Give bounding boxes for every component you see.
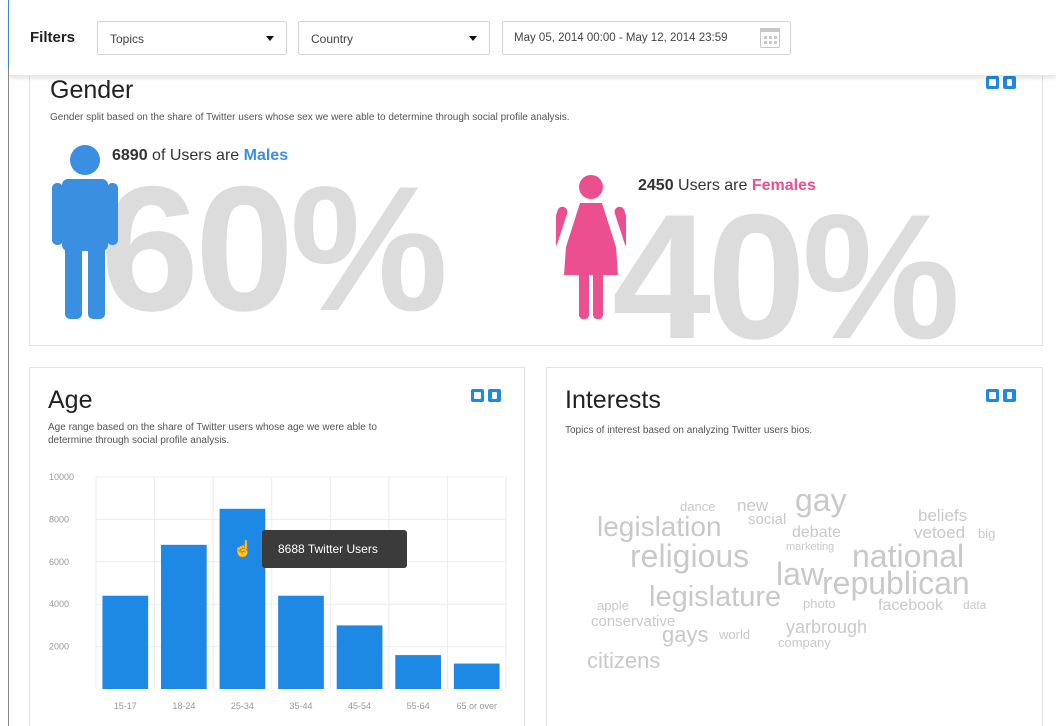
topics-select-value: Topics xyxy=(110,32,145,46)
x-tick-label: 45-54 xyxy=(348,701,371,711)
male-count: 6890 xyxy=(112,147,148,164)
word-gay[interactable]: gay xyxy=(795,484,847,516)
interests-title: Interests xyxy=(565,386,661,414)
y-tick-label: 4000 xyxy=(49,599,69,609)
male-figure-icon xyxy=(52,145,118,319)
bar-65 or over xyxy=(453,663,500,689)
chevron-down-icon xyxy=(266,36,274,41)
export-doc-icon[interactable] xyxy=(488,389,501,402)
male-percent: 60% xyxy=(100,149,448,348)
export-image-icon[interactable] xyxy=(986,389,999,402)
export-image-icon[interactable] xyxy=(986,76,999,89)
chevron-down-icon xyxy=(469,36,477,41)
female-figure-icon xyxy=(556,175,626,319)
female-percent: 40% xyxy=(612,177,960,376)
gender-title: Gender xyxy=(50,76,134,104)
female-stat: 2450 Users are Females xyxy=(638,177,816,195)
gender-tools xyxy=(986,76,1016,89)
country-select[interactable]: Country xyxy=(298,21,490,55)
age-title: Age xyxy=(48,386,93,414)
calendar-icon[interactable] xyxy=(760,28,780,48)
female-label: Females xyxy=(751,177,816,194)
word-legislature[interactable]: legislature xyxy=(649,583,781,612)
word-data[interactable]: data xyxy=(963,599,986,611)
word-company[interactable]: company xyxy=(778,636,831,649)
female-stat-text: Users are xyxy=(673,177,752,194)
word-religious[interactable]: religious xyxy=(630,540,749,572)
export-doc-icon[interactable] xyxy=(1003,76,1016,89)
y-tick-label: 10000 xyxy=(49,472,74,482)
word-big[interactable]: big xyxy=(978,527,995,540)
filter-bar: Filters Topics Country May 05, 2014 00:0… xyxy=(9,0,1056,76)
bar-15-17 xyxy=(102,595,149,689)
interests-description: Topics of interest based on analyzing Tw… xyxy=(565,425,813,436)
y-tick-label: 6000 xyxy=(49,557,69,567)
word-facebook[interactable]: facebook xyxy=(878,598,943,614)
age-bar-chart: 10000 8000 6000 4000 2000 15-17 18-24 25-34 35-4… xyxy=(49,472,507,711)
word-yarbrough[interactable]: yarbrough xyxy=(786,618,867,636)
bar-45-54 xyxy=(336,625,383,689)
word-social[interactable]: social xyxy=(748,512,786,527)
word-legislation[interactable]: legislation xyxy=(597,513,722,541)
x-tick-label: 18-24 xyxy=(172,701,195,711)
age-tools xyxy=(471,389,501,402)
gender-description: Gender split based on the share of Twitt… xyxy=(50,112,570,123)
x-tick-label: 15-17 xyxy=(114,701,137,711)
word-citizens[interactable]: citizens xyxy=(587,650,660,672)
word-photo[interactable]: photo xyxy=(803,597,836,610)
country-select-value: Country xyxy=(311,32,354,46)
x-tick-label: 55-64 xyxy=(407,701,430,711)
male-label: Males xyxy=(243,147,289,164)
y-tick-label: 8000 xyxy=(49,514,69,524)
word-apple[interactable]: apple xyxy=(597,599,629,612)
chart-tooltip: 8688 Twitter Users xyxy=(262,530,407,568)
word-law[interactable]: law xyxy=(776,558,824,590)
word-debate[interactable]: debate xyxy=(792,525,841,541)
x-tick-label: 35-44 xyxy=(289,701,312,711)
word-gays[interactable]: gays xyxy=(662,624,708,646)
word-marketing[interactable]: marketing xyxy=(786,542,834,553)
age-description-line2: determine through social profile analysi… xyxy=(48,435,230,446)
left-border xyxy=(8,0,9,726)
filters-label: Filters xyxy=(30,29,76,46)
tooltip-text: 8688 Twitter Users xyxy=(278,542,378,556)
interests-tools xyxy=(986,389,1016,402)
bar-25-34 xyxy=(219,508,266,689)
bar-18-24 xyxy=(161,544,207,689)
date-range-input[interactable]: May 05, 2014 00:00 - May 12, 2014 23:59 xyxy=(502,21,791,55)
hand-cursor-icon: ☝ xyxy=(233,541,253,558)
x-tick-label: 65 or over xyxy=(456,701,497,711)
bar-35-44 xyxy=(278,595,324,689)
bar-55-64 xyxy=(395,655,441,689)
topics-select[interactable]: Topics xyxy=(97,21,287,55)
dashboard: Filters Topics Country May 05, 2014 00:0… xyxy=(0,0,1056,726)
export-doc-icon[interactable] xyxy=(1003,389,1016,402)
word-world[interactable]: world xyxy=(719,628,750,641)
y-tick-label: 2000 xyxy=(49,642,69,652)
male-stat: 6890 of Users are Males xyxy=(112,147,288,165)
age-description-line1: Age range based on the share of Twitter … xyxy=(48,422,377,433)
male-stat-text: of Users are xyxy=(147,147,244,164)
x-tick-label: 25-34 xyxy=(231,701,254,711)
date-range-value: May 05, 2014 00:00 - May 12, 2014 23:59 xyxy=(514,32,728,44)
female-count: 2450 xyxy=(638,177,674,194)
word-beliefs[interactable]: beliefs xyxy=(918,507,967,524)
export-image-icon[interactable] xyxy=(471,389,484,402)
word-republican[interactable]: republican xyxy=(822,567,970,599)
